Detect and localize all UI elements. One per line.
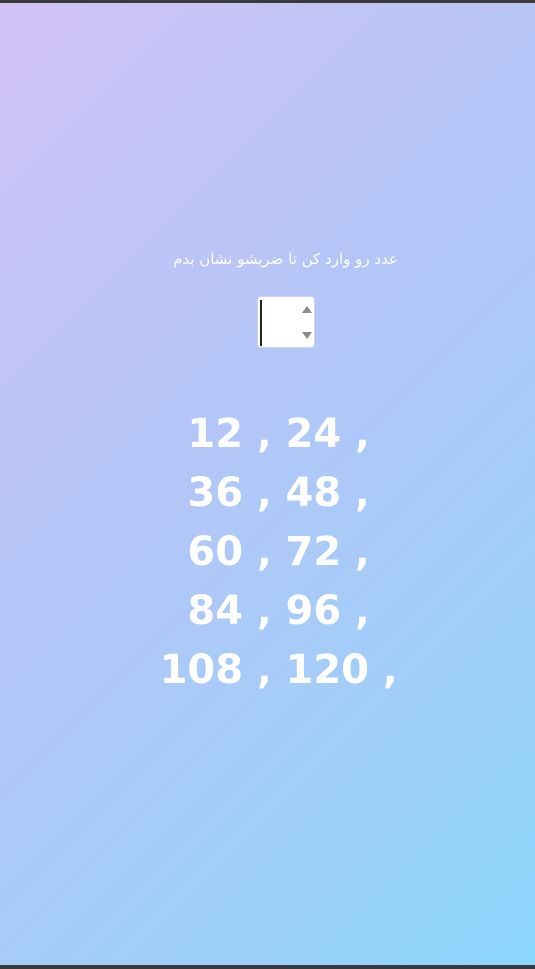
separator: , bbox=[257, 530, 272, 574]
multiples-row: 108, 120, bbox=[0, 641, 535, 700]
window-top-border bbox=[0, 0, 535, 3]
separator: , bbox=[257, 648, 272, 692]
spin-up-arrow-icon[interactable] bbox=[302, 306, 312, 313]
multiples-list: 12, 24, 36, 48, 60, 72, 84, 96, 108, 120, bbox=[0, 405, 535, 700]
separator: , bbox=[257, 471, 272, 515]
multiple-value: 48 bbox=[285, 470, 342, 516]
multiple-value: 96 bbox=[285, 588, 342, 634]
separator: , bbox=[355, 589, 370, 633]
separator: , bbox=[257, 412, 272, 456]
multiple-value: 108 bbox=[159, 647, 244, 693]
multiple-value: 120 bbox=[285, 647, 370, 693]
multiple-value: 36 bbox=[187, 470, 244, 516]
text-caret bbox=[260, 300, 262, 346]
multiple-value: 12 bbox=[187, 411, 244, 457]
input-prompt-label: عدد رو وارد کن تا ضربشو نشان بدم bbox=[173, 250, 398, 268]
window-bottom-border bbox=[0, 965, 535, 969]
multiple-value: 24 bbox=[285, 411, 342, 457]
separator: , bbox=[355, 471, 370, 515]
multiple-value: 84 bbox=[187, 588, 244, 634]
multiples-row: 12, 24, bbox=[0, 405, 535, 464]
multiples-row: 84, 96, bbox=[0, 582, 535, 641]
multiples-row: 36, 48, bbox=[0, 464, 535, 523]
separator: , bbox=[257, 589, 272, 633]
multiple-value: 60 bbox=[187, 529, 244, 575]
separator: , bbox=[383, 648, 398, 692]
multiple-value: 72 bbox=[285, 529, 342, 575]
separator: , bbox=[355, 412, 370, 456]
separator: , bbox=[355, 530, 370, 574]
multiples-row: 60, 72, bbox=[0, 523, 535, 582]
number-input[interactable] bbox=[257, 296, 315, 348]
spin-down-arrow-icon[interactable] bbox=[302, 332, 312, 339]
